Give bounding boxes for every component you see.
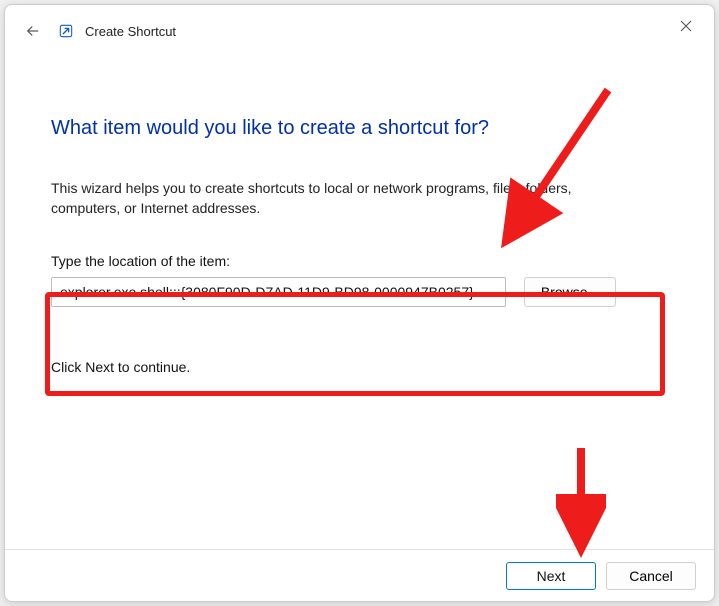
next-button[interactable]: Next	[506, 562, 596, 590]
titlebar: Create Shortcut	[5, 5, 714, 57]
create-shortcut-dialog: Create Shortcut What item would you like…	[4, 4, 715, 602]
browse-button[interactable]: Browse...	[524, 277, 616, 307]
cancel-button[interactable]: Cancel	[606, 562, 696, 590]
location-row: Browse...	[51, 277, 668, 307]
dialog-title: Create Shortcut	[85, 24, 176, 39]
description-text: This wizard helps you to create shortcut…	[51, 178, 631, 219]
footer: Next Cancel	[5, 549, 714, 601]
arrow-left-icon	[24, 22, 42, 40]
content-area: What item would you like to create a sho…	[5, 57, 714, 549]
location-label: Type the location of the item:	[51, 253, 668, 269]
close-icon	[680, 20, 692, 32]
close-button[interactable]	[664, 11, 708, 41]
shortcut-icon	[59, 24, 73, 38]
back-button[interactable]	[19, 17, 47, 45]
continue-hint: Click Next to continue.	[51, 359, 668, 375]
location-input[interactable]	[51, 277, 506, 307]
annotation-highlight-box	[45, 292, 665, 396]
location-field-group: Type the location of the item: Browse...	[51, 253, 668, 307]
page-heading: What item would you like to create a sho…	[51, 117, 668, 140]
